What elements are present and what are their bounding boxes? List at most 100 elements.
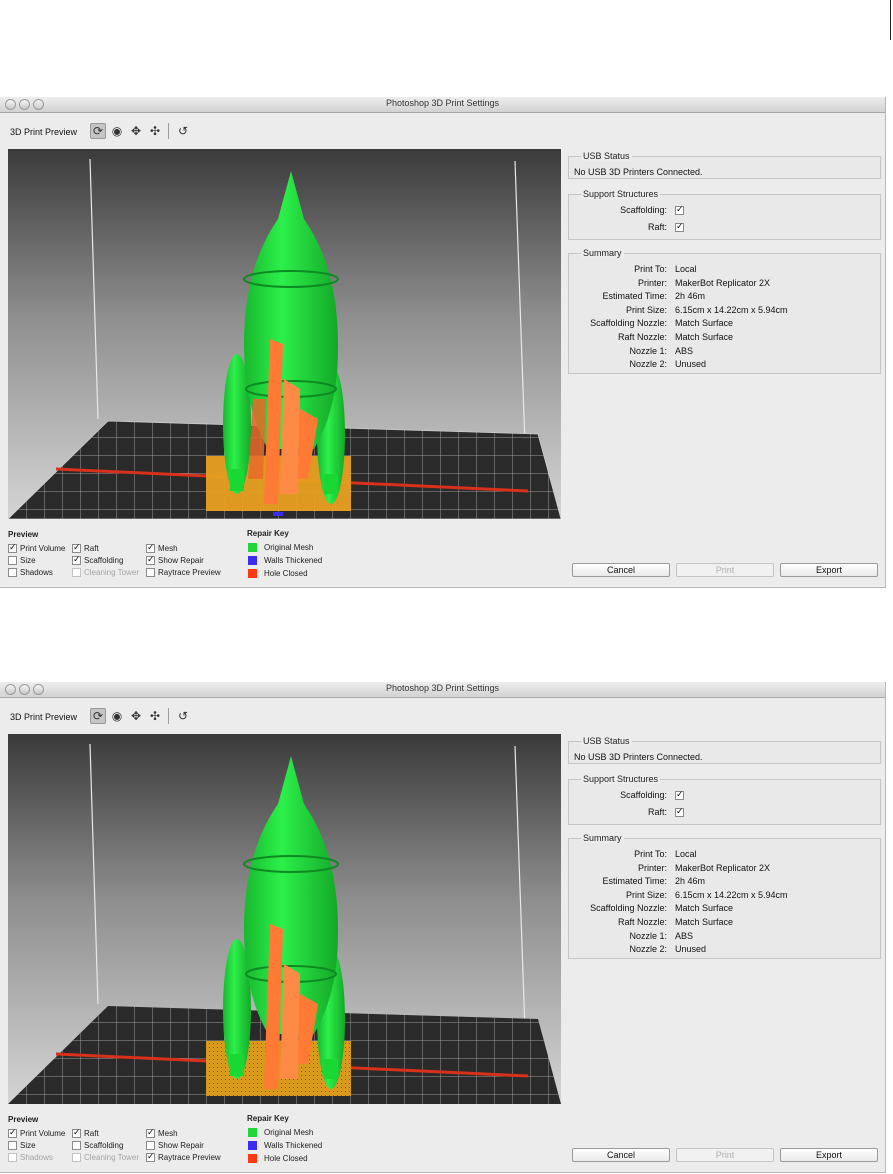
raft-label: Raft: xyxy=(647,222,667,232)
preview-option-label: Shadows xyxy=(20,1153,53,1162)
orbit-view-icon[interactable]: ⟳ xyxy=(90,123,106,139)
summary-row: Printer: MakerBot Replicator 2X xyxy=(569,863,880,876)
summary-label: Scaffolding Nozzle: xyxy=(590,903,667,914)
summary-label: Print Size: xyxy=(625,304,667,315)
export-button[interactable]: Export xyxy=(780,563,878,577)
pan-view-icon[interactable]: ✥ xyxy=(128,123,144,139)
summary-value: 2h 46m xyxy=(675,291,706,302)
preview-option-label: Show Repair xyxy=(158,1141,204,1150)
support-structures-title: Support Structures xyxy=(581,774,661,784)
preview-option-raft: Raft xyxy=(72,542,99,553)
preview-option-cleaning-tower: Cleaning Tower xyxy=(72,568,139,577)
summary-row: Nozzle 1: ABS xyxy=(569,931,880,944)
pan-view-icon[interactable]: ✥ xyxy=(128,708,144,724)
preview-checkbox xyxy=(8,1153,17,1162)
slide-view-icon[interactable]: ✣ xyxy=(147,708,163,724)
preview-checkbox[interactable] xyxy=(72,554,81,565)
repair-key-item: Original Mesh xyxy=(248,543,313,552)
summary-value: Local xyxy=(675,849,697,859)
raft-checkbox[interactable] xyxy=(675,221,684,233)
preview-checkbox[interactable] xyxy=(72,1141,81,1150)
summary-row: Estimated Time: 2h 46m xyxy=(569,291,880,304)
summary-row: Scaffolding Nozzle: Match Surface xyxy=(569,903,880,916)
scaffolding-checkbox[interactable] xyxy=(675,204,684,216)
preview-checkbox[interactable] xyxy=(146,1141,155,1150)
preview-option-size: Size xyxy=(8,556,36,565)
repair-key-item: Original Mesh xyxy=(248,1128,313,1137)
summary-value: Match Surface xyxy=(675,903,734,914)
print-settings-window: Photoshop 3D Print Settings 3D Print Pre… xyxy=(0,682,886,1173)
preview-checkbox[interactable] xyxy=(72,542,81,553)
preview-option-label: Cleaning Tower xyxy=(84,1153,139,1162)
repair-key-label: Original Mesh xyxy=(264,543,314,552)
summary-label: Nozzle 2: xyxy=(629,944,667,955)
scaffolding-label: Scaffolding: xyxy=(620,790,667,800)
preview-checkbox[interactable] xyxy=(146,1127,155,1138)
preview-option-label: Print Volume xyxy=(20,544,66,553)
toolbar-label: 3D Print Preview xyxy=(10,712,78,722)
preview-option-scaffolding: Scaffolding xyxy=(72,1141,123,1150)
cancel-button[interactable]: Cancel xyxy=(572,1148,670,1162)
summary-value: ABS xyxy=(675,345,694,356)
raft-checkbox[interactable] xyxy=(675,806,684,818)
summary-label: Print To: xyxy=(634,849,667,859)
export-button[interactable]: Export xyxy=(780,1148,878,1162)
summary-value: Unused xyxy=(675,359,707,370)
preview-checkbox[interactable] xyxy=(146,1151,155,1162)
preview-checkbox[interactable] xyxy=(146,554,155,565)
orbit-view-icon[interactable]: ⟳ xyxy=(90,708,106,724)
preview-option-label: Cleaning Tower xyxy=(84,568,139,577)
title-bar: Photoshop 3D Print Settings xyxy=(0,682,885,698)
summary-value: MakerBot Replicator 2X xyxy=(675,277,771,288)
preview-checkbox[interactable] xyxy=(8,556,17,565)
preview-option-shadows: Shadows xyxy=(8,568,53,577)
reset-view-icon[interactable]: ↺ xyxy=(175,708,191,724)
repair-key-title: Repair Key xyxy=(247,1114,289,1123)
preview-checkbox[interactable] xyxy=(72,1127,81,1138)
preview-option-print-volume: Print Volume xyxy=(8,1127,65,1138)
rocket-scene xyxy=(8,743,561,1104)
preview-option-label: Show Repair xyxy=(158,556,204,565)
support-structures-group: Support Structures Scaffolding: Raft: xyxy=(568,189,881,240)
usb-status-title: USB Status xyxy=(581,151,632,161)
preview-checkbox[interactable] xyxy=(146,568,155,577)
repair-key-item: Walls Thickened xyxy=(248,1141,322,1150)
reset-view-icon[interactable]: ↺ xyxy=(175,123,191,139)
summary-value: Local xyxy=(675,264,697,274)
usb-status-title: USB Status xyxy=(581,736,632,746)
scaffolding-checkbox[interactable] xyxy=(675,789,684,801)
cancel-button[interactable]: Cancel xyxy=(572,563,670,577)
preview-option-show-repair: Show Repair xyxy=(146,1141,204,1150)
3d-preview-viewport[interactable] xyxy=(8,149,561,519)
slide-view-icon[interactable]: ✣ xyxy=(147,123,163,139)
summary-label: Print Size: xyxy=(625,889,667,900)
preview-checkbox[interactable] xyxy=(146,542,155,553)
repair-key-item: Hole Closed xyxy=(248,1154,308,1163)
preview-option-mesh: Mesh xyxy=(146,542,178,553)
3d-preview-viewport[interactable] xyxy=(8,734,561,1104)
summary-label: Printer: xyxy=(637,862,667,873)
toolbar-separator xyxy=(168,123,169,139)
title-bar: Photoshop 3D Print Settings xyxy=(0,97,885,113)
summary-label: Printer: xyxy=(637,277,667,288)
repair-key-label: Walls Thickened xyxy=(264,556,323,565)
summary-value: MakerBot Replicator 2X xyxy=(675,862,771,873)
roll-view-icon[interactable]: ◉ xyxy=(109,708,125,724)
raft-label: Raft: xyxy=(647,807,667,817)
roll-view-icon[interactable]: ◉ xyxy=(109,123,125,139)
toolbar-label: 3D Print Preview xyxy=(10,127,78,137)
preview-checkbox[interactable] xyxy=(8,568,17,577)
preview-checkbox[interactable] xyxy=(8,1127,17,1138)
print-button[interactable]: Print xyxy=(676,1148,774,1162)
preview-option-label: Shadows xyxy=(20,568,53,577)
summary-value: 2h 46m xyxy=(675,876,706,887)
preview-option-label: Raft xyxy=(84,544,99,553)
preview-checkbox[interactable] xyxy=(8,542,17,553)
summary-label: Raft Nozzle: xyxy=(617,917,667,927)
preview-option-label: Raytrace Preview xyxy=(158,1153,221,1162)
print-button[interactable]: Print xyxy=(676,563,774,577)
repair-key-swatch xyxy=(248,556,257,565)
preview-option-mesh: Mesh xyxy=(146,1127,178,1138)
repair-key-item: Hole Closed xyxy=(248,569,308,578)
preview-checkbox[interactable] xyxy=(8,1141,17,1150)
